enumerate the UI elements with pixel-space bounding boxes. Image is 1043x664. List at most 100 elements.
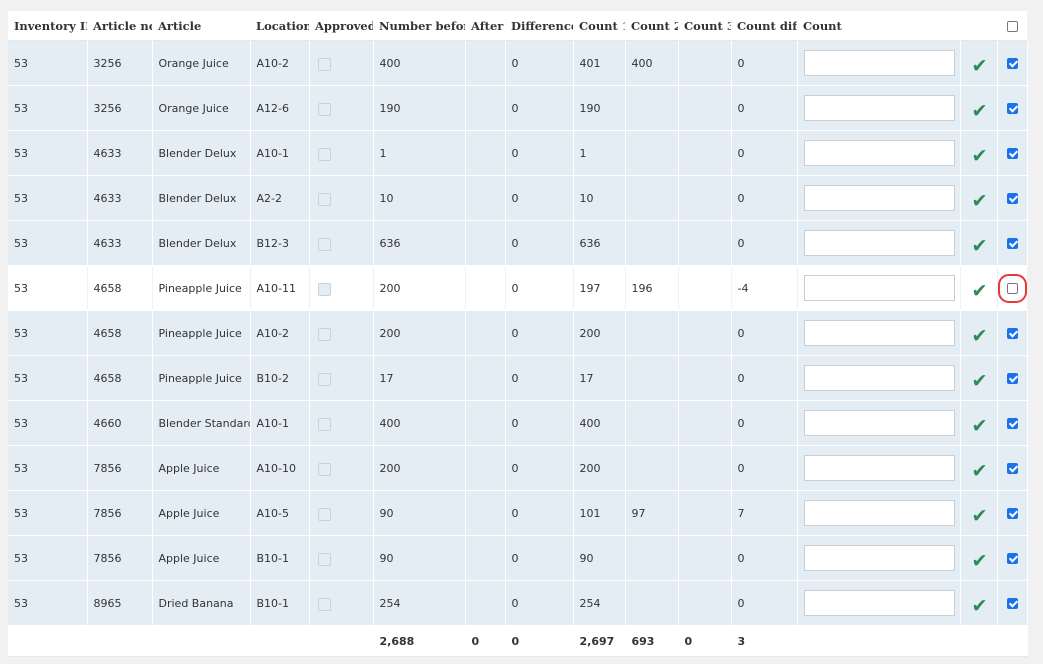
cell-location: A2-2 bbox=[250, 175, 310, 221]
checkmark-icon[interactable]: ✔ bbox=[972, 146, 988, 166]
row-select-checkbox[interactable] bbox=[1006, 508, 1018, 519]
count-input[interactable] bbox=[803, 95, 955, 121]
cell-count2 bbox=[625, 445, 679, 491]
approved-checkbox bbox=[317, 553, 331, 566]
cell-article-no: 4660 bbox=[87, 400, 153, 446]
cell-number-before: 200 bbox=[373, 310, 466, 356]
cell-row-select bbox=[997, 265, 1028, 311]
checkmark-icon[interactable]: ✔ bbox=[972, 461, 988, 481]
row-select-checkbox[interactable] bbox=[1006, 553, 1018, 564]
checkmark-icon[interactable]: ✔ bbox=[972, 281, 988, 301]
col-count[interactable]: Count bbox=[797, 11, 960, 41]
select-all-checkbox[interactable] bbox=[1006, 21, 1018, 32]
count-input[interactable] bbox=[803, 50, 955, 76]
approved-checkbox bbox=[317, 283, 331, 296]
count-input[interactable] bbox=[803, 365, 955, 391]
cell-article-no: 4658 bbox=[87, 310, 153, 356]
col-inventory-id[interactable]: Inventory ID bbox=[8, 11, 87, 41]
count-input[interactable] bbox=[803, 230, 955, 256]
cell-after bbox=[465, 355, 506, 401]
col-approved[interactable]: Approved bbox=[309, 11, 373, 41]
table-row[interactable]: 53 3256 Orange Juice A10-2 400 0 401 400 0 ✔ bbox=[8, 40, 1028, 86]
cell-article: Pineapple Juice bbox=[152, 355, 251, 401]
col-after[interactable]: After bbox=[465, 11, 505, 41]
table-row[interactable]: 53 7856 Apple Juice A10-5 90 0 101 97 7 ✔ bbox=[8, 490, 1028, 536]
col-count3[interactable]: Count 3 bbox=[678, 11, 731, 41]
table-row[interactable]: 53 8965 Dried Banana B10-1 254 0 254 0 ✔ bbox=[8, 580, 1028, 626]
cell-article-no: 8965 bbox=[87, 580, 153, 626]
cell-inventory-id: 53 bbox=[8, 355, 88, 401]
col-count1[interactable]: Count 1 bbox=[573, 11, 625, 41]
count-input[interactable] bbox=[803, 455, 955, 481]
cell-inventory-id: 53 bbox=[8, 400, 88, 446]
table-row[interactable]: 53 7856 Apple Juice B10-1 90 0 90 0 ✔ bbox=[8, 535, 1028, 581]
row-select-checkbox[interactable] bbox=[1006, 328, 1018, 339]
col-count-diff[interactable]: Count diff bbox=[731, 11, 797, 41]
table-row[interactable]: 53 4633 Blender Delux B12-3 636 0 636 0 ✔ bbox=[8, 220, 1028, 266]
count-input[interactable] bbox=[803, 320, 955, 346]
checkmark-icon[interactable]: ✔ bbox=[972, 236, 988, 256]
table-row[interactable]: 53 3256 Orange Juice A12-6 190 0 190 0 ✔ bbox=[8, 85, 1028, 131]
row-select-checkbox[interactable] bbox=[1006, 103, 1018, 114]
count-input[interactable] bbox=[803, 185, 955, 211]
cell-count2 bbox=[625, 175, 679, 221]
col-location[interactable]: Location bbox=[250, 11, 309, 41]
cell-difference: 0 bbox=[505, 175, 574, 221]
table-row[interactable]: 53 4658 Pineapple Juice A10-11 200 0 197 196 -4 ✔ bbox=[8, 265, 1028, 311]
cell-number-before: 190 bbox=[373, 85, 466, 131]
count-input[interactable] bbox=[803, 590, 955, 616]
cell-count3 bbox=[678, 130, 732, 176]
checkmark-icon[interactable]: ✔ bbox=[972, 326, 988, 346]
cell-count3 bbox=[678, 175, 732, 221]
cell-count bbox=[797, 175, 961, 221]
col-article-no[interactable]: Article no bbox=[87, 11, 152, 41]
row-select-checkbox[interactable] bbox=[1006, 148, 1018, 159]
row-select-checkbox[interactable] bbox=[1006, 193, 1018, 204]
table-row[interactable]: 53 4633 Blender Delux A2-2 10 0 10 0 ✔ bbox=[8, 175, 1028, 221]
checkmark-icon[interactable]: ✔ bbox=[972, 416, 988, 436]
table-row[interactable]: 53 4658 Pineapple Juice A10-2 200 0 200 0 ✔ bbox=[8, 310, 1028, 356]
cell-count3 bbox=[678, 85, 732, 131]
cell-count3 bbox=[678, 400, 732, 446]
count-input[interactable] bbox=[803, 275, 955, 301]
checkmark-icon[interactable]: ✔ bbox=[972, 506, 988, 526]
col-number-before[interactable]: Number before bbox=[373, 11, 465, 41]
col-count2[interactable]: Count 2 bbox=[625, 11, 678, 41]
cell-number-before: 10 bbox=[373, 175, 466, 221]
cell-inventory-id: 53 bbox=[8, 445, 88, 491]
checkmark-icon[interactable]: ✔ bbox=[972, 56, 988, 76]
cell-count-diff: 0 bbox=[731, 580, 798, 626]
count-input[interactable] bbox=[803, 500, 955, 526]
row-select-checkbox[interactable] bbox=[1006, 418, 1018, 429]
count-input[interactable] bbox=[803, 140, 955, 166]
cell-article: Apple Juice bbox=[152, 535, 251, 581]
cell-article-no: 4633 bbox=[87, 130, 153, 176]
count-input[interactable] bbox=[803, 410, 955, 436]
col-article[interactable]: Article bbox=[152, 11, 250, 41]
inventory-panel: Inventory ID Article no Article Location… bbox=[8, 11, 1028, 657]
row-select-checkbox[interactable] bbox=[1006, 598, 1018, 609]
row-select-checkbox[interactable] bbox=[1006, 373, 1018, 384]
cell-count1: 400 bbox=[573, 400, 626, 446]
col-difference[interactable]: Difference bbox=[505, 11, 573, 41]
checkmark-icon[interactable]: ✔ bbox=[972, 596, 988, 616]
row-select-checkbox[interactable] bbox=[1006, 58, 1018, 69]
table-row[interactable]: 53 7856 Apple Juice A10-10 200 0 200 0 ✔ bbox=[8, 445, 1028, 491]
checkmark-icon[interactable]: ✔ bbox=[972, 191, 988, 211]
checkmark-icon[interactable]: ✔ bbox=[972, 101, 988, 121]
row-select-checkbox[interactable] bbox=[997, 274, 1026, 303]
checkmark-icon[interactable]: ✔ bbox=[972, 551, 988, 571]
table-row[interactable]: 53 4660 Blender Standard A10-1 400 0 400 0 ✔ bbox=[8, 400, 1028, 446]
cell-location: A10-11 bbox=[250, 265, 310, 311]
checkmark-icon[interactable]: ✔ bbox=[972, 371, 988, 391]
table-row[interactable]: 53 4658 Pineapple Juice B10-2 17 0 17 0 ✔ bbox=[8, 355, 1028, 401]
row-select-checkbox[interactable] bbox=[1006, 238, 1018, 249]
cell-approved bbox=[309, 535, 374, 581]
approved-checkbox bbox=[317, 508, 331, 521]
cell-approve-action: ✔ bbox=[960, 265, 998, 311]
row-select-checkbox[interactable] bbox=[1006, 463, 1018, 474]
table-row[interactable]: 53 4633 Blender Delux A10-1 1 0 1 0 ✔ bbox=[8, 130, 1028, 176]
cell-approve-action: ✔ bbox=[960, 490, 998, 536]
count-input[interactable] bbox=[803, 545, 955, 571]
cell-after bbox=[465, 310, 506, 356]
